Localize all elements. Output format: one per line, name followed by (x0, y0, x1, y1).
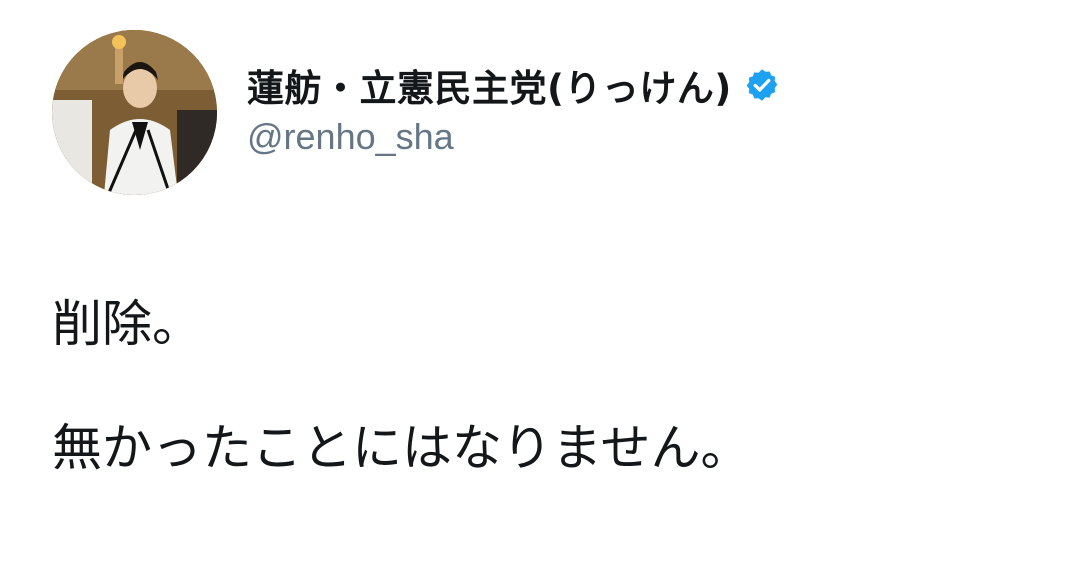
name-row: 蓮舫・立憲民主党(りっけん) (247, 58, 780, 112)
user-handle[interactable]: @renho_sha (247, 116, 780, 158)
tweet-line: 無かったことにはなりません。 (52, 419, 751, 477)
display-name[interactable]: 蓮舫・立憲民主党(りっけん) (247, 58, 732, 112)
user-identity: 蓮舫・立憲民主党(りっけん) @renho_sha (247, 58, 780, 158)
tweet-card: 蓮舫・立憲民主党(りっけん) @renho_sha 削除。 無かったことにはなり… (0, 0, 1080, 564)
avatar-photo (52, 30, 217, 195)
avatar[interactable] (52, 30, 217, 195)
verified-badge-icon (744, 67, 780, 103)
tweet-text: 削除。 無かったことにはなりません。 (52, 262, 751, 510)
tweet-line: 削除。 (52, 295, 202, 353)
